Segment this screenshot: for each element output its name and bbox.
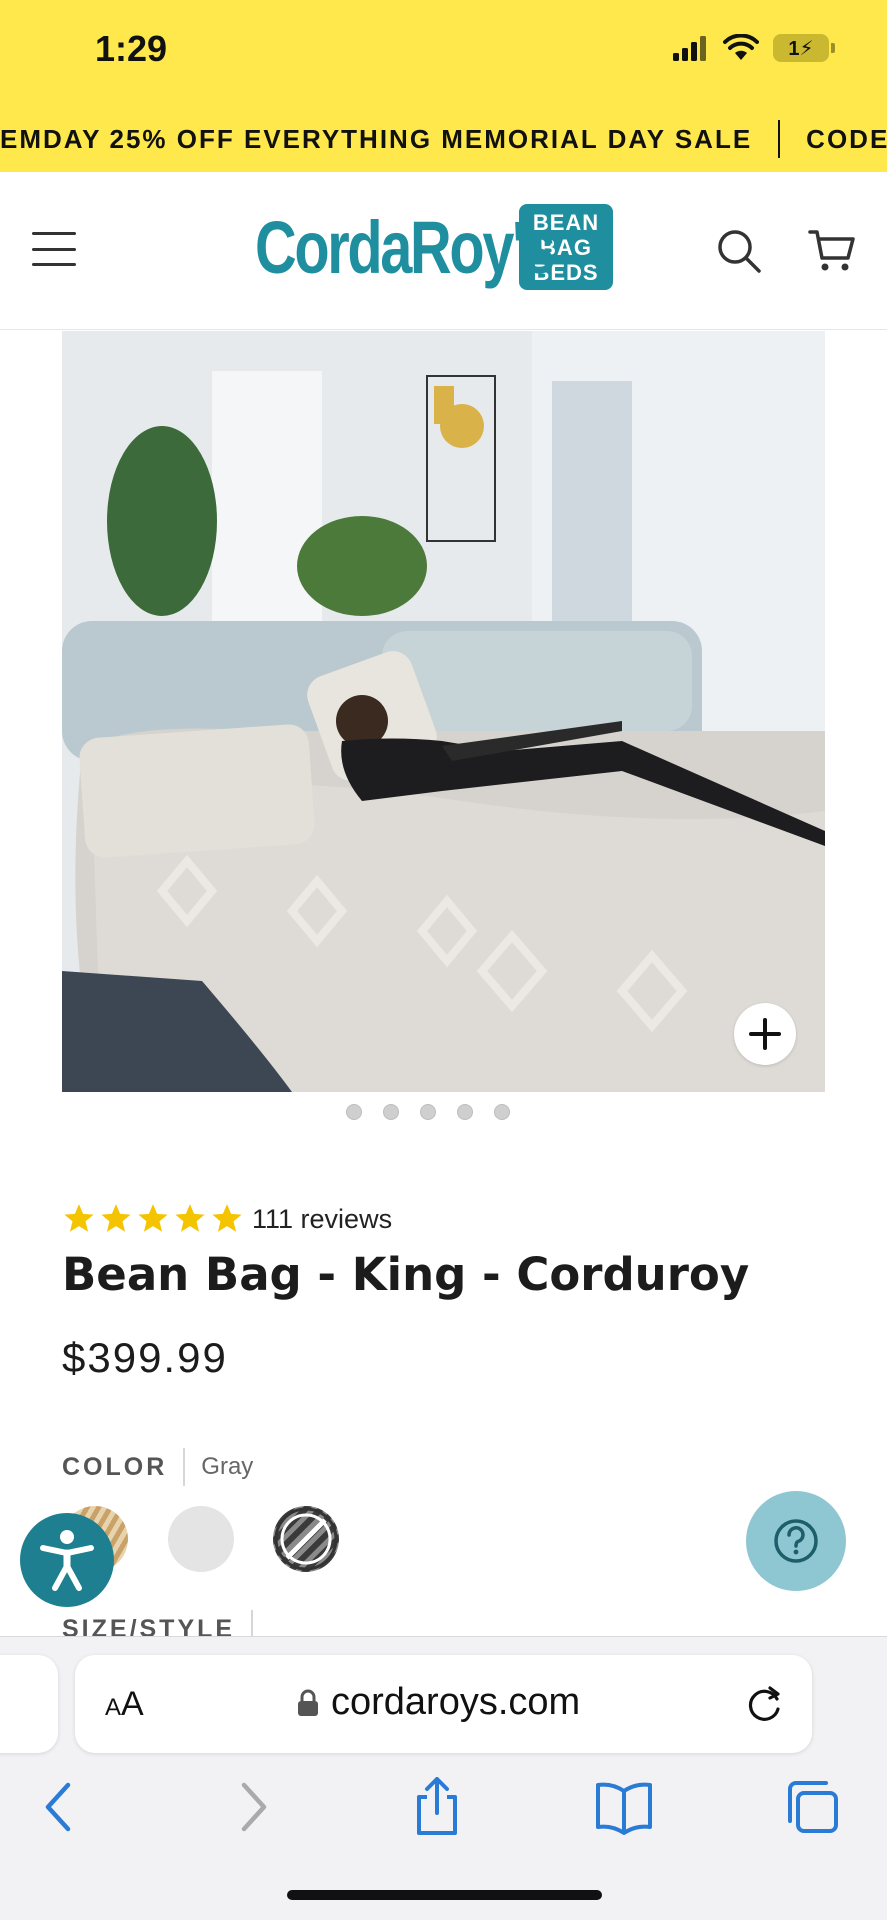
option-divider	[183, 1448, 186, 1486]
tabs-icon[interactable]	[782, 1777, 842, 1837]
gallery-dot[interactable]	[420, 1104, 436, 1120]
color-swatch-gray[interactable]	[168, 1506, 234, 1572]
product-image[interactable]	[62, 331, 825, 1092]
share-icon[interactable]	[407, 1777, 467, 1837]
star-icon	[101, 1204, 131, 1232]
gallery-dot[interactable]	[494, 1104, 510, 1120]
cart-icon[interactable]	[808, 226, 856, 274]
menu-icon[interactable]	[32, 232, 76, 266]
question-icon	[774, 1519, 818, 1563]
address-bar[interactable]: AA cordaroys.com	[75, 1655, 812, 1753]
promo-text-lead: EMDAY	[0, 123, 102, 154]
signal-icon	[673, 36, 706, 61]
browser-toolbar: AA cordaroys.com	[0, 1636, 887, 1920]
wifi-icon	[723, 34, 759, 60]
brand-logo[interactable]: CordaRoy's BEAN BAG BEDS	[255, 204, 613, 290]
previous-tab-card[interactable]	[0, 1655, 58, 1753]
color-value: Gray	[201, 1453, 254, 1480]
rating-stars	[62, 1202, 244, 1236]
star-icon	[64, 1204, 94, 1232]
url-text: cordaroys.com	[331, 1681, 581, 1723]
search-icon[interactable]	[716, 228, 762, 274]
forward-icon[interactable]	[222, 1777, 282, 1837]
back-icon[interactable]	[30, 1777, 90, 1837]
logo-wordmark: CordaRoy's	[255, 205, 556, 289]
status-icons: 1⚡	[673, 34, 835, 62]
browser-nav-row	[0, 1777, 887, 1857]
star-icon	[212, 1204, 242, 1232]
lock-icon	[298, 1689, 318, 1716]
accessibility-button[interactable]	[20, 1513, 114, 1607]
status-time: 1:29	[95, 28, 168, 69]
star-icon	[138, 1204, 168, 1232]
product-photo	[62, 331, 825, 1092]
gallery-dot[interactable]	[457, 1104, 473, 1120]
product-title: Bean Bag - King - Corduroy	[62, 1248, 750, 1301]
help-button[interactable]	[746, 1491, 846, 1591]
reviews-count[interactable]: 111 reviews	[252, 1204, 392, 1235]
promo-banner[interactable]: EMDAY 25% OFF EVERYTHING MEMORIAL DAY SA…	[0, 100, 887, 172]
promo-divider	[778, 120, 781, 158]
color-option-header: COLOR Gray	[62, 1448, 253, 1486]
color-label: COLOR	[62, 1452, 168, 1481]
zoom-button[interactable]	[734, 1003, 796, 1065]
promo-text-trail: CODE	[806, 123, 887, 154]
unavailable-icon	[274, 1507, 338, 1571]
gallery-dot[interactable]	[346, 1104, 362, 1120]
gallery-dot[interactable]	[383, 1104, 399, 1120]
product-price: $399.99	[62, 1334, 228, 1381]
gallery-dots	[346, 1104, 510, 1120]
page-settings-button[interactable]: AA	[105, 1685, 144, 1724]
star-icon	[175, 1204, 205, 1232]
battery-icon: 1⚡	[773, 34, 835, 62]
promo-text: 25% OFF EVERYTHING MEMORIAL DAY SALE	[109, 123, 753, 154]
plus-icon	[749, 1018, 781, 1050]
status-bar: 1:29 1⚡	[0, 0, 887, 100]
home-indicator	[287, 1890, 602, 1900]
accessibility-icon	[40, 1530, 94, 1591]
reload-icon[interactable]	[744, 1683, 786, 1725]
bookmarks-icon[interactable]	[594, 1777, 654, 1837]
site-header: CordaRoy's BEAN BAG BEDS	[0, 172, 887, 330]
product-rating[interactable]: 111 reviews	[62, 1202, 392, 1236]
